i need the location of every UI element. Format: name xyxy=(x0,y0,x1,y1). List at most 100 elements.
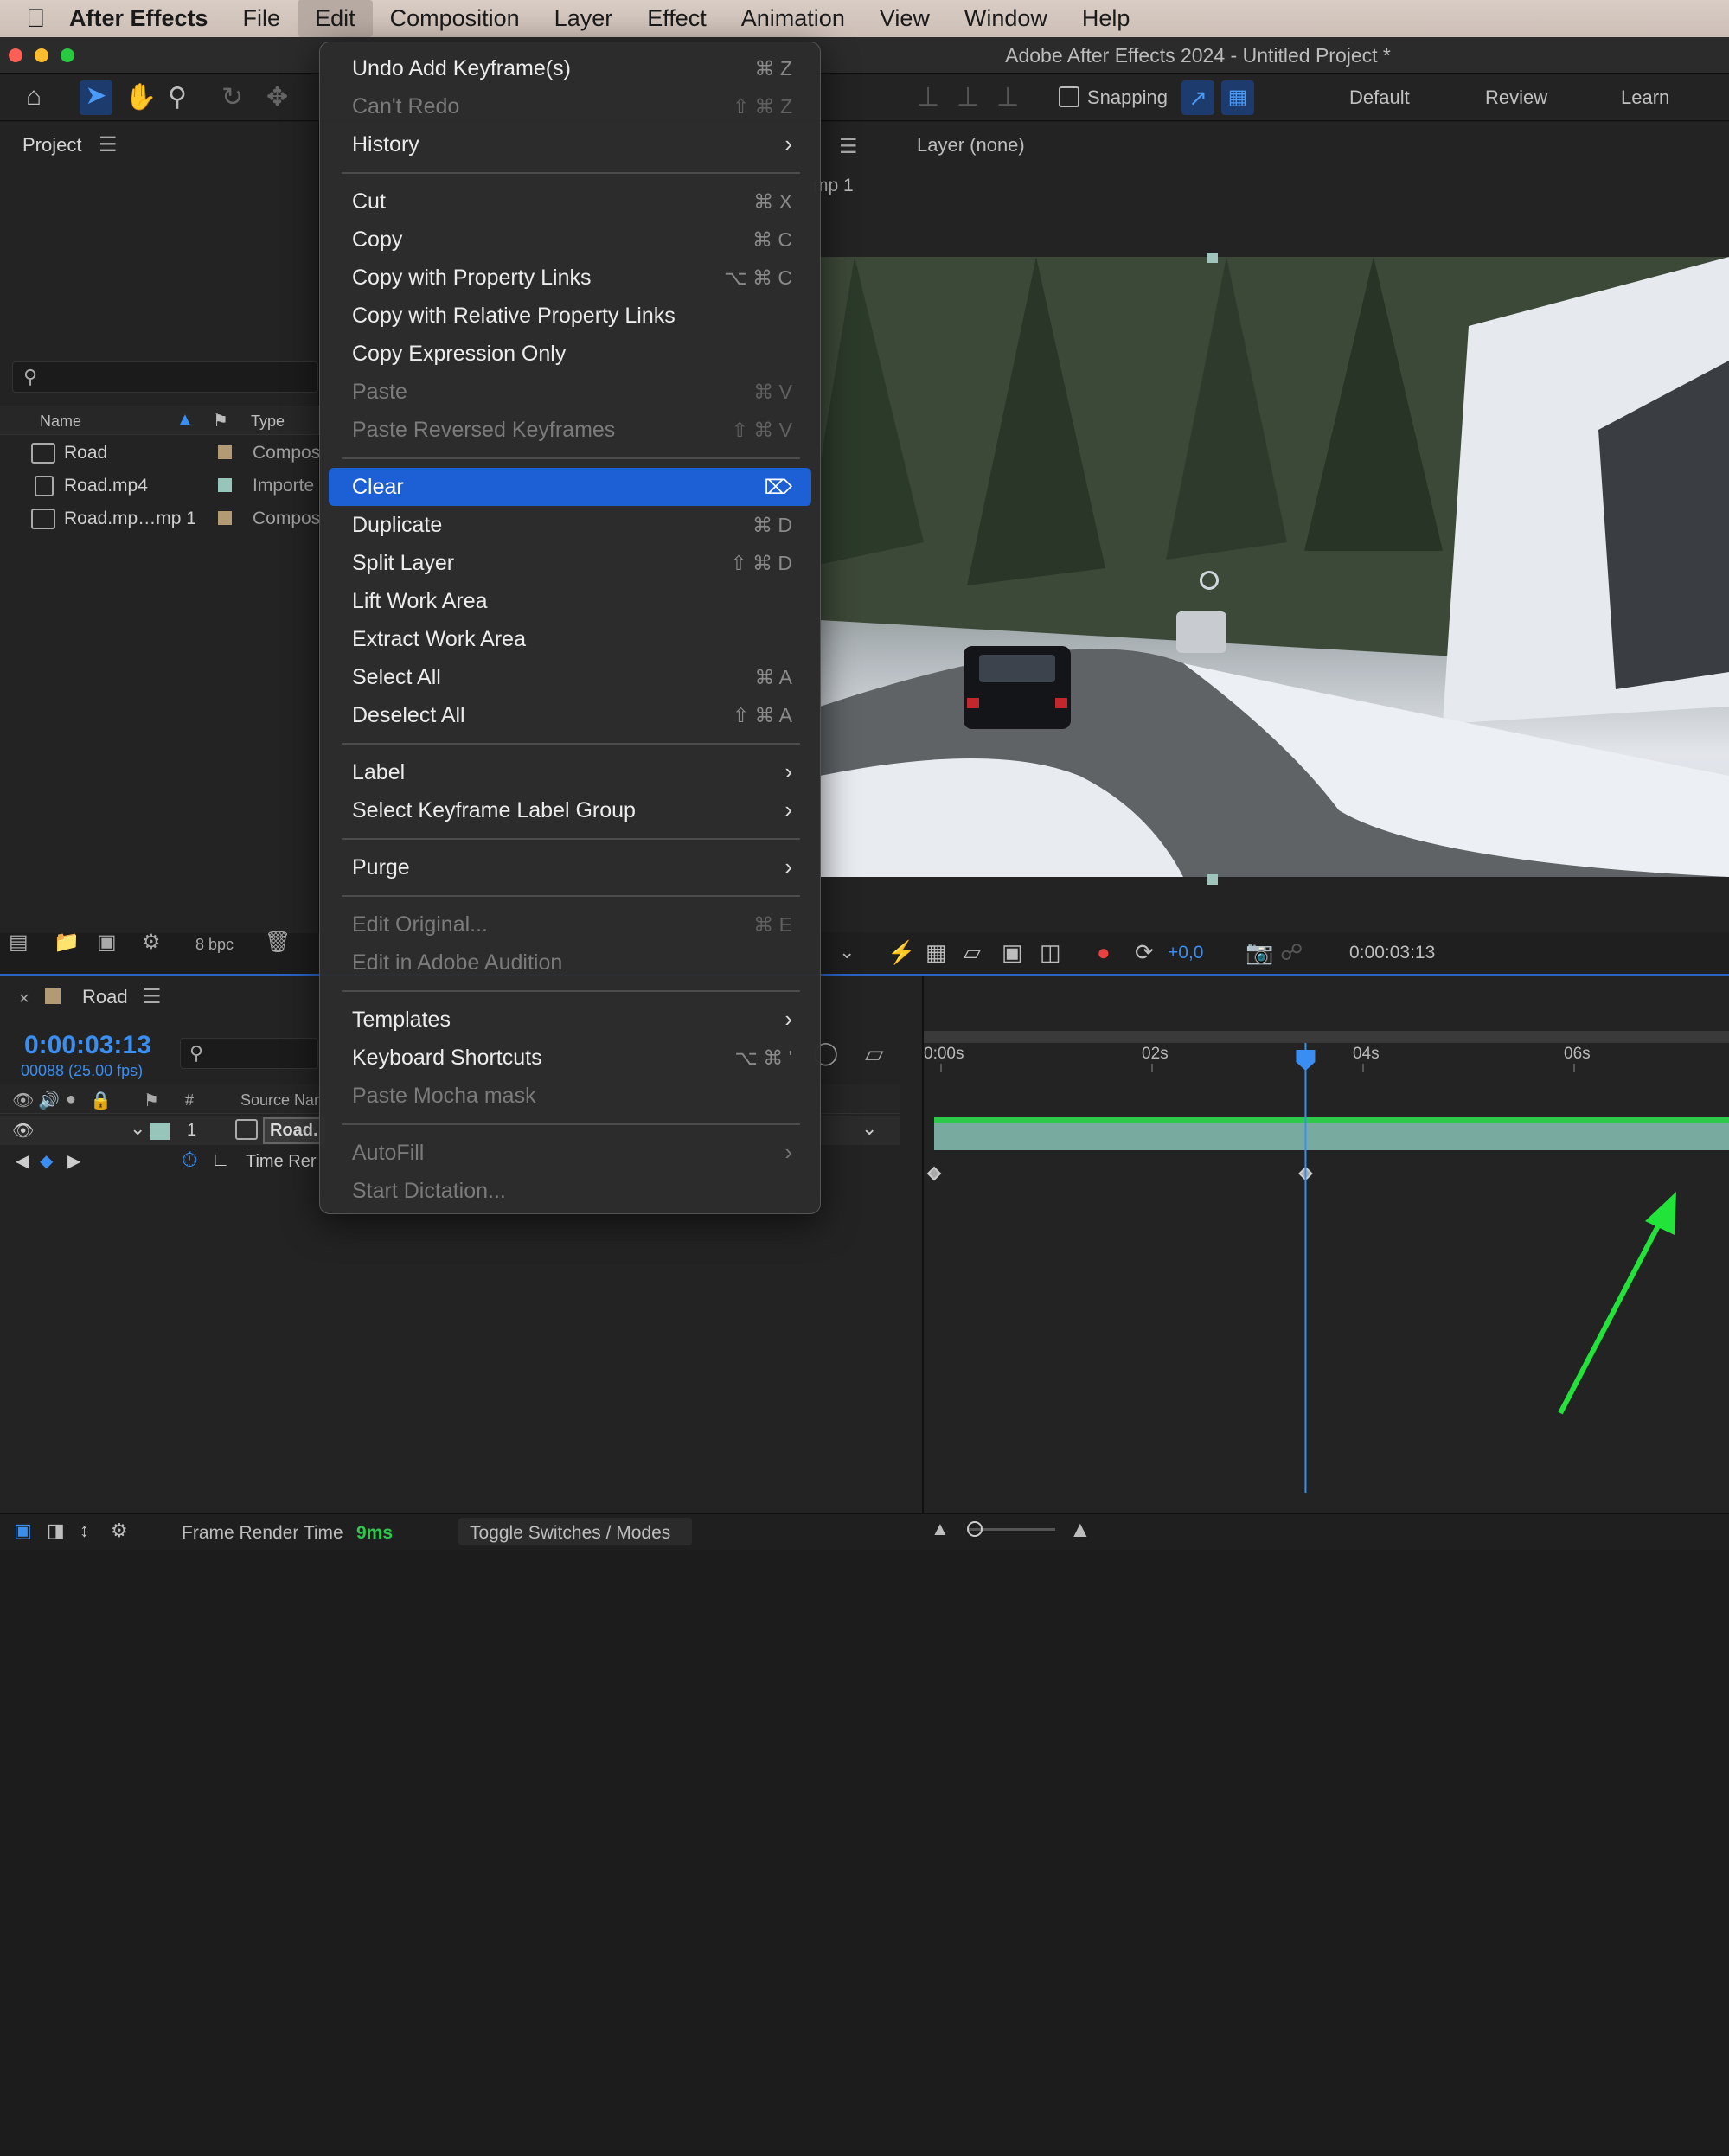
menu-item-duplicate[interactable]: Duplicate ⌘ D xyxy=(329,506,811,544)
new-composition-icon[interactable]: ▣ xyxy=(97,930,117,955)
snap-edges-icon[interactable]: ↗ xyxy=(1181,80,1214,115)
label-color-swatch[interactable] xyxy=(218,511,232,525)
menu-item-keyboard-shortcuts[interactable]: Keyboard Shortcuts ⌥ ⌘ ' xyxy=(329,1039,811,1077)
menu-window[interactable]: Window xyxy=(947,0,1065,37)
menu-item-split-layer[interactable]: Split Layer ⇧ ⌘ D xyxy=(329,544,811,582)
layer-switches-icon[interactable]: ▣ xyxy=(14,1519,32,1542)
timeline-search-input[interactable]: ⚲ xyxy=(180,1038,318,1069)
close-tab-icon[interactable]: × xyxy=(19,989,29,1009)
menu-item-cut[interactable]: Cut ⌘ X xyxy=(329,182,811,221)
grid-guides-icon[interactable]: ◫ xyxy=(1040,939,1061,966)
axis-local-icon[interactable]: ⊥ xyxy=(917,82,939,112)
menu-item-select-keyframe-label-group[interactable]: Select Keyframe Label Group › xyxy=(329,791,811,829)
footage-frame[interactable] xyxy=(820,257,1729,877)
menu-item-templates[interactable]: Templates › xyxy=(329,1001,811,1039)
menu-item-copy-with-property-links[interactable]: Copy with Property Links ⌥ ⌘ C xyxy=(329,259,811,297)
snapshot-icon[interactable]: 📷 xyxy=(1246,939,1273,966)
project-item[interactable]: Road.mp…mp 1 Compos xyxy=(0,503,320,534)
bit-depth-button[interactable]: 8 bpc xyxy=(195,936,234,954)
column-name[interactable]: Name xyxy=(40,413,81,431)
workspace-review[interactable]: Review xyxy=(1485,86,1547,109)
graph-icon[interactable]: ∟ xyxy=(211,1148,230,1171)
menu-view[interactable]: View xyxy=(862,0,947,37)
menu-help[interactable]: Help xyxy=(1065,0,1148,37)
menu-effect[interactable]: Effect xyxy=(630,0,724,37)
anchor-point-icon[interactable] xyxy=(1200,571,1219,590)
project-settings-icon[interactable]: ⚙ xyxy=(142,930,161,955)
chevron-down-icon[interactable]: ⌄ xyxy=(861,1117,877,1140)
snapping-checkbox[interactable] xyxy=(1059,86,1079,107)
column-source-name[interactable]: Source Nar xyxy=(240,1091,319,1110)
lock-icon[interactable]: 🔒 xyxy=(90,1090,112,1111)
menu-item-copy-expression-only[interactable]: Copy Expression Only xyxy=(329,335,811,373)
zoom-slider-thumb[interactable] xyxy=(967,1521,983,1537)
audio-icon[interactable]: 🔊 xyxy=(38,1090,60,1111)
layer-handle-top[interactable] xyxy=(1207,253,1218,263)
transfer-controls-icon[interactable]: ◨ xyxy=(47,1519,65,1542)
render-time-icon[interactable]: ⚙ xyxy=(111,1519,128,1542)
next-keyframe-icon[interactable]: ▶ xyxy=(67,1150,80,1172)
reset-exposure-icon[interactable]: ⟳ xyxy=(1135,939,1154,966)
label-color-swatch[interactable] xyxy=(150,1123,170,1140)
project-item[interactable]: Road Compos xyxy=(0,438,320,469)
close-window-icon[interactable] xyxy=(9,48,22,62)
hand-tool-icon[interactable]: ✋ xyxy=(125,82,157,112)
panel-menu-icon[interactable]: ☰ xyxy=(99,132,118,157)
viewer-timecode[interactable]: 0:00:03:13 xyxy=(1349,943,1435,963)
project-item[interactable]: Road.mp4 Importe xyxy=(0,470,320,502)
menu-composition[interactable]: Composition xyxy=(373,0,537,37)
project-search-input[interactable]: ⚲ xyxy=(12,361,318,393)
menu-item-purge[interactable]: Purge › xyxy=(329,848,811,886)
layer-duration-bar[interactable] xyxy=(934,1123,1729,1150)
timeline-comp-tab[interactable]: Road xyxy=(82,986,128,1008)
region-of-interest-icon[interactable]: ▣ xyxy=(1002,939,1023,966)
menu-item-copy-with-relative-property-links[interactable]: Copy with Relative Property Links xyxy=(329,297,811,335)
menu-file[interactable]: File xyxy=(226,0,298,37)
transparency-grid-icon[interactable]: ▦ xyxy=(925,939,947,966)
workspace-default[interactable]: Default xyxy=(1349,86,1410,109)
chevron-down-icon[interactable]: ⌄ xyxy=(130,1117,145,1140)
selection-tool-icon[interactable]: ➤ xyxy=(80,80,112,115)
mask-visibility-icon[interactable]: ▱ xyxy=(964,939,981,966)
trash-icon[interactable]: 🗑 xyxy=(265,930,291,955)
current-timecode[interactable]: 0:00:03:13 xyxy=(24,1031,151,1060)
interpret-footage-icon[interactable]: ▤ xyxy=(9,930,29,955)
menu-animation[interactable]: Animation xyxy=(724,0,862,37)
work-area-bar[interactable] xyxy=(924,1031,1729,1043)
menu-item-history[interactable]: History › xyxy=(329,125,811,163)
exposure-value[interactable]: +0,0 xyxy=(1168,943,1203,963)
menu-item-extract-work-area[interactable]: Extract Work Area xyxy=(329,620,811,658)
stopwatch-icon[interactable]: ⏱ xyxy=(182,1148,198,1173)
fast-preview-icon[interactable]: ⚡ xyxy=(887,939,915,966)
zoom-tool-icon[interactable]: ⚲ xyxy=(168,82,187,112)
zoom-in-icon[interactable]: ▲ xyxy=(1069,1516,1092,1543)
orbit-camera-icon[interactable]: ↻ xyxy=(221,82,243,112)
show-snapshot-icon[interactable]: ☍ xyxy=(1280,939,1303,966)
column-type[interactable]: Type xyxy=(251,413,285,431)
menu-item-deselect-all[interactable]: Deselect All ⇧ ⌘ A xyxy=(329,696,811,734)
prev-keyframe-icon[interactable]: ◀ xyxy=(16,1150,29,1172)
new-folder-icon[interactable]: 📁 xyxy=(54,930,80,955)
layer-visibility-icon[interactable]: 👁 xyxy=(12,1120,34,1142)
chevron-down-icon[interactable]: ⌄ xyxy=(839,941,855,963)
in-out-icon[interactable]: ↕ xyxy=(80,1519,89,1542)
menu-item-undo-add-keyframe-s[interactable]: Undo Add Keyframe(s) ⌘ Z xyxy=(329,49,811,87)
playhead[interactable] xyxy=(1296,1050,1316,1071)
menu-layer[interactable]: Layer xyxy=(537,0,631,37)
layer-viewer-tab[interactable]: Layer (none) xyxy=(917,134,1025,157)
menu-item-lift-work-area[interactable]: Lift Work Area xyxy=(329,582,811,620)
label-tag-icon[interactable]: ⚑ xyxy=(144,1090,159,1111)
panel-menu-icon[interactable]: ☰ xyxy=(839,134,858,159)
workspace-learn[interactable]: Learn xyxy=(1621,86,1669,109)
add-keyframe-icon[interactable]: ◆ xyxy=(40,1150,53,1172)
snap-features-icon[interactable]: ▦ xyxy=(1221,80,1254,115)
label-color-swatch[interactable] xyxy=(218,445,232,459)
minimize-window-icon[interactable] xyxy=(35,48,48,62)
zoom-window-icon[interactable] xyxy=(61,48,74,62)
eye-icon[interactable]: 👁 xyxy=(12,1090,34,1111)
menu-item-copy[interactable]: Copy ⌘ C xyxy=(329,221,811,259)
menu-item-clear[interactable]: Clear ⌦ xyxy=(329,468,811,506)
label-tag-icon[interactable]: ⚑ xyxy=(213,410,228,432)
app-menu[interactable]: After Effects xyxy=(52,0,226,37)
apple-icon[interactable]:  xyxy=(0,4,52,34)
